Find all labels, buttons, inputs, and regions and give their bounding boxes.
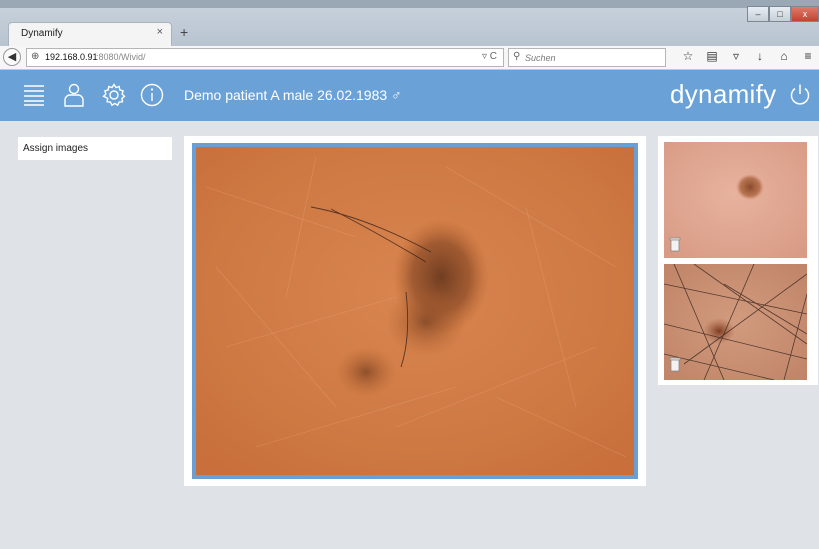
minimize-button[interactable]: – [747,6,769,22]
close-window-button[interactable]: x [791,6,819,22]
menu-icon[interactable]: ≡ [796,49,819,63]
tab-title: Dynamify [21,28,63,39]
thumbnail-1-image [664,142,807,258]
back-button[interactable]: ◀ [3,48,21,66]
assign-images-button[interactable]: Assign images [18,137,172,160]
thumbnail-image[interactable] [664,264,807,380]
brand-logo: dynamify [670,79,777,109]
dermoscopy-image [196,147,634,475]
selected-dermoscopy-image[interactable] [192,143,638,479]
main-image-panel [184,136,646,486]
gear-icon[interactable] [102,83,126,107]
user-icon[interactable] [62,83,86,107]
url-host: 192.168.0.91 [45,52,98,62]
trash-icon[interactable] [669,236,681,252]
app-header: Demo patient A male 26.02.1983 ♂ dynamif… [0,70,819,121]
download-icon[interactable]: ↓ [748,49,772,63]
thumbnail-column [658,136,818,385]
info-icon[interactable] [140,83,164,107]
home-icon[interactable]: ⌂ [772,49,796,63]
url-bar[interactable]: ⊕ 192.168.0.91 :8080/Wivid/ ▿ C [26,48,504,67]
window-controls: – □ x [747,6,819,24]
power-icon[interactable] [788,83,812,107]
window-top-strip [0,0,819,8]
maximize-button[interactable]: □ [769,6,791,22]
patient-title: Demo patient A male 26.02.1983 ♂ [184,87,402,103]
reload-icon[interactable]: ▿ C [482,51,497,62]
search-placeholder: Suchen [525,53,556,63]
new-tab-button[interactable]: + [180,24,188,40]
thumbnail-image[interactable] [664,142,807,258]
site-info-icon[interactable]: ⊕ [31,51,39,62]
browser-titlebar: Dynamify × + – □ x [0,0,819,46]
url-path: :8080/Wivid/ [96,52,146,62]
reading-list-icon[interactable]: ▤ [700,49,724,63]
bookmark-star-icon[interactable]: ☆ [676,49,700,63]
search-icon: ⚲ [513,51,521,62]
toolbar-icons: ☆ ▤ ▿ ↓ ⌂ ≡ [676,49,819,63]
thumbnail-2-image [664,264,807,380]
tab-close-icon[interactable]: × [157,26,163,38]
list-icon[interactable] [22,83,46,107]
pocket-icon[interactable]: ▿ [724,49,748,63]
browser-navbar: ◀ ⊕ 192.168.0.91 :8080/Wivid/ ▿ C ⚲ Such… [0,46,819,70]
search-input[interactable]: ⚲ Suchen [508,48,666,67]
trash-icon[interactable] [669,356,681,372]
browser-tab[interactable]: Dynamify × [8,22,172,46]
